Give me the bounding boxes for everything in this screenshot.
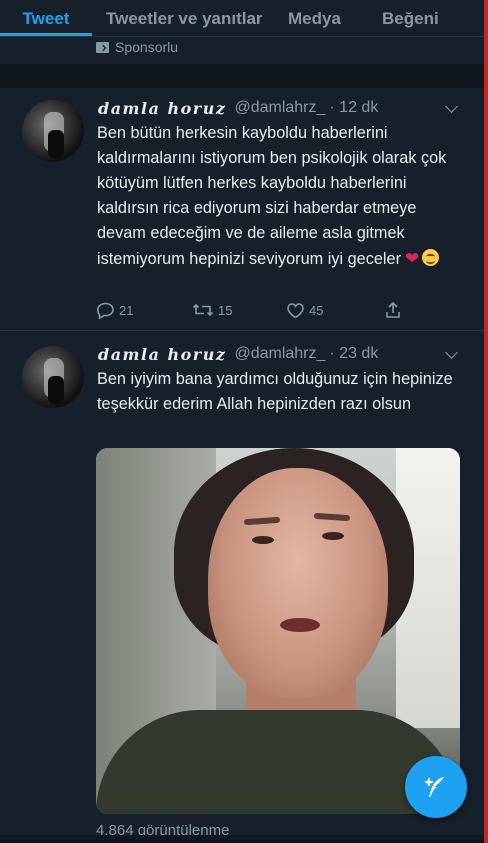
timestamp[interactable]: · 12 dk: [329, 99, 378, 117]
promoted-icon: [96, 41, 109, 53]
retweet-button[interactable]: 15: [192, 300, 232, 320]
tab-tweets-and-replies[interactable]: Tweetler ve yanıtlar: [92, 0, 288, 38]
reply-count: 21: [119, 302, 134, 318]
retweet-icon: [192, 303, 214, 317]
tweet-text: Ben bütün herkesin kayboldu haberlerini …: [97, 121, 467, 272]
tweet[interactable]: damla horuz @damlahrz_ · 12 dk Ben bütün…: [0, 88, 484, 330]
sponsored-label: Sponsorlu: [96, 38, 178, 56]
like-button[interactable]: 45: [286, 300, 323, 320]
like-icon: [287, 302, 304, 318]
avatar[interactable]: [22, 100, 84, 162]
tweet-header: damla horuz @damlahrz_ · 23 dk: [98, 342, 378, 366]
section-separator: [0, 64, 484, 88]
share-icon: [386, 301, 400, 318]
tab-likes[interactable]: Beğeni: [382, 0, 472, 38]
bottom-edge: [0, 835, 484, 843]
divider: [0, 330, 484, 331]
red-heart-icon: ❤: [405, 249, 420, 268]
smiling-face-icon: [422, 249, 440, 266]
retweet-count: 15: [218, 302, 233, 318]
timestamp[interactable]: · 23 dk: [329, 345, 378, 363]
chevron-down-icon[interactable]: [445, 346, 458, 359]
reply-icon: [96, 302, 114, 319]
tab-media[interactable]: Medya: [288, 0, 382, 38]
right-edge-bar: [484, 0, 488, 843]
like-count: 45: [309, 302, 324, 318]
display-name[interactable]: damla horuz: [98, 345, 226, 364]
reply-button[interactable]: 21: [96, 300, 133, 320]
share-button[interactable]: [384, 300, 402, 320]
tweet-body: Ben bütün herkesin kayboldu haberlerini …: [97, 124, 447, 268]
compose-tweet-icon: [424, 777, 444, 797]
divider: [0, 36, 484, 37]
sponsored-text: Sponsorlu: [115, 39, 179, 55]
chevron-down-icon[interactable]: [445, 100, 458, 113]
username[interactable]: @damlahrz_: [234, 99, 325, 117]
compose-tweet-button[interactable]: [405, 756, 467, 818]
display-name[interactable]: damla horuz: [98, 99, 226, 118]
tweet-actions: 21 15 45: [96, 300, 416, 320]
username[interactable]: @damlahrz_: [234, 345, 325, 363]
tweet-text: Ben iyiyim bana yardımcı olduğunuz için …: [97, 370, 453, 413]
tweet-header: damla horuz @damlahrz_ · 12 dk: [98, 96, 378, 120]
avatar[interactable]: [22, 346, 84, 408]
profile-timeline: Tweet Tweetler ve yanıtlar Medya Beğeni …: [0, 0, 484, 843]
tweet-video[interactable]: [96, 448, 460, 814]
